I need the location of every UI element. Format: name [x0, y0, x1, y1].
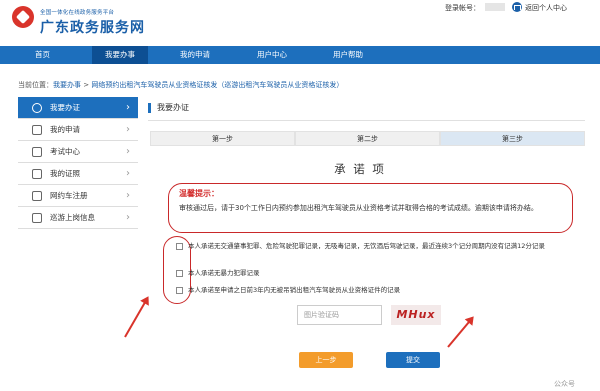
commitment-title: 承 诺 项 — [334, 162, 386, 176]
sidebar-item-exam[interactable]: 考试中心 › — [18, 141, 138, 163]
nav-home[interactable]: 首页 — [15, 46, 70, 64]
step-indicator: 第一步 第二步 第三步 — [150, 131, 585, 146]
breadcrumb-sep: > — [81, 81, 92, 89]
breadcrumb-prefix: 当前位置： — [18, 81, 53, 89]
step-two: 第二步 — [295, 131, 440, 146]
breadcrumb-current[interactable]: 网络预约出租汽车驾驶员从业资格证核发（巡游出租汽车驾驶员从业资格证核发） — [91, 81, 343, 89]
license-icon — [32, 169, 42, 179]
breadcrumb-services[interactable]: 我要办事 — [53, 81, 81, 89]
commitment-statement-3: 本人承诺至申请之日前3年内无被吊销出租汽车驾驶员从业资格证件的记录 — [188, 286, 401, 294]
home-return-icon[interactable] — [512, 2, 522, 12]
step-three: 第三步 — [440, 131, 585, 146]
sidebar-item-taxi-info[interactable]: 巡游上岗信息 › — [18, 207, 138, 229]
captcha-image[interactable]: MHux — [391, 305, 441, 325]
account-name-redacted — [485, 3, 505, 11]
sidebar-item-label: 我要办证 — [50, 103, 80, 112]
logo-subtitle: 全国一体化在线政务服务平台 — [40, 10, 115, 16]
submit-button[interactable]: 提交 — [386, 352, 440, 368]
commitment-statement-2: 本人承诺无暴力犯罪记录 — [188, 269, 260, 277]
annotation-arrow-submit — [447, 317, 474, 348]
sidebar-item-ride-hailing[interactable]: 网约车注册 › — [18, 185, 138, 207]
tip-heading: 温馨提示： — [179, 189, 219, 198]
chevron-right-icon: › — [126, 124, 130, 135]
captcha-input[interactable]: 图片验证码 — [297, 305, 382, 325]
car-icon — [32, 191, 42, 201]
site-logo-icon[interactable] — [12, 6, 34, 28]
chevron-right-icon: › — [126, 190, 130, 201]
sidebar-item-apply[interactable]: 我要办证 › — [18, 97, 138, 119]
account-label: 登录帐号： — [445, 4, 480, 12]
sidebar-item-label: 网约车注册 — [50, 191, 88, 200]
sidebar-item-licenses[interactable]: 我的证照 › — [18, 163, 138, 185]
return-personal-center-link[interactable]: 返回个人中心 — [525, 3, 567, 13]
step-one: 第一步 — [150, 131, 295, 146]
previous-step-button[interactable]: 上一步 — [299, 352, 353, 368]
nav-user-center[interactable]: 用户中心 — [242, 46, 302, 64]
sidebar-item-label: 我的证照 — [50, 169, 80, 178]
chevron-right-icon: › — [126, 102, 130, 113]
user-icon — [32, 103, 42, 113]
breadcrumb: 当前位置：我要办事 > 网络预约出租汽车驾驶员从业资格证核发（巡游出租汽车驾驶员… — [18, 80, 343, 90]
nav-my-applications[interactable]: 我的申请 — [165, 46, 225, 64]
sidebar-item-label: 我的申请 — [50, 125, 80, 134]
annotation-arrow-checkbox — [124, 297, 149, 338]
sidebar-item-applications[interactable]: 我的申请 › — [18, 119, 138, 141]
nav-services[interactable]: 我要办事 — [92, 46, 148, 64]
chevron-right-icon: › — [126, 146, 130, 157]
sidebar-item-label: 考试中心 — [50, 147, 80, 156]
info-icon — [32, 213, 42, 223]
chevron-right-icon: › — [126, 212, 130, 223]
chevron-right-icon: › — [126, 168, 130, 179]
tip-box: 温馨提示： 审核通过后，请于30个工作日内预约参加出租汽车驾驶员从业资格考试并取… — [168, 183, 573, 233]
logo-title[interactable]: 广东政务服务网 — [40, 17, 145, 37]
document-icon — [32, 125, 42, 135]
exam-icon — [32, 147, 42, 157]
section-title: 我要办证 — [148, 103, 189, 113]
sidebar-item-label: 巡游上岗信息 — [50, 213, 95, 222]
section-divider — [148, 120, 585, 121]
watermark: 公众号 — [554, 380, 575, 388]
site-header: 全国一体化在线政务服务平台 广东政务服务网 登录帐号： 返回个人中心 — [0, 0, 600, 46]
main-nav: 首页 我要办事 我的申请 用户中心 用户帮助 — [0, 46, 600, 64]
tip-body: 审核通过后，请于30个工作日内预约参加出租汽车驾驶员从业资格考试并取得合格的考试… — [179, 204, 538, 212]
sidebar: 我要办证 › 我的申请 › 考试中心 › 我的证照 › 网约车注册 › 巡游上岗信息 › — [18, 97, 138, 229]
nav-user-help[interactable]: 用户帮助 — [318, 46, 378, 64]
commitment-statement-1: 本人承诺无交通肇事犯罪、危险驾驶犯罪记录，无吸毒记录，无饮酒后驾驶记录，最近连续… — [188, 242, 545, 250]
